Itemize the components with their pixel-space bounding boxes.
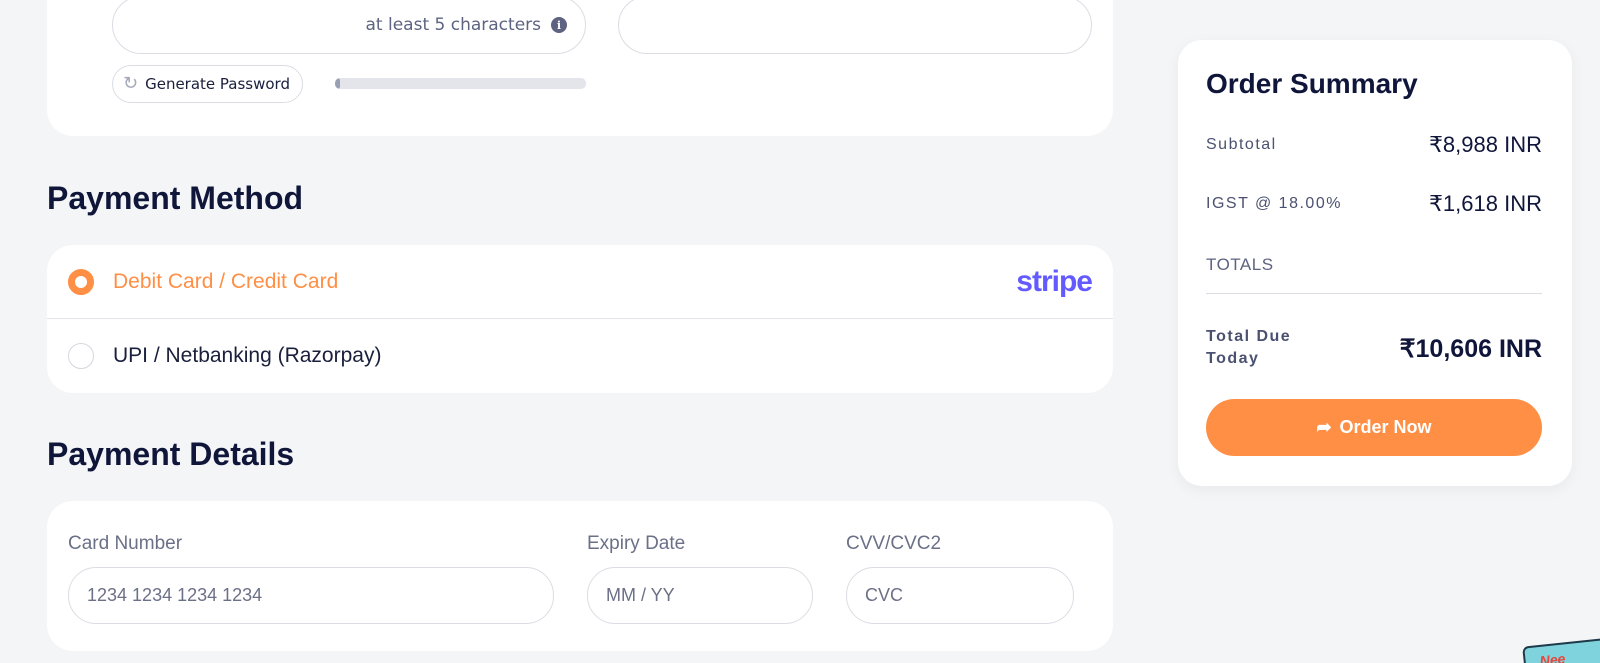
order-summary-panel: Order Summary Subtotal ₹8,988 INR IGST @… (1178, 40, 1572, 486)
password-strength-fill (335, 78, 341, 89)
cvc-label: CVV/CVC2 (846, 533, 942, 554)
expiry-date-input[interactable] (587, 567, 813, 624)
radio-selected[interactable] (68, 268, 94, 295)
payment-option-upi[interactable]: UPI / Netbanking (Razorpay) (47, 319, 1113, 393)
payment-method-card: Debit Card / Credit Card stripe UPI / Ne… (47, 245, 1113, 393)
refresh-icon: ↻ (123, 73, 139, 94)
order-summary-title: Order Summary (1206, 68, 1418, 99)
generate-password-button[interactable]: ↻ Generate Password (112, 65, 303, 103)
help-widget-text: Nee (1538, 650, 1567, 663)
tax-value: ₹1,618 INR (1428, 191, 1542, 216)
stripe-logo: stripe (1016, 264, 1093, 298)
order-now-label: Order Now (1339, 417, 1432, 437)
payment-option-card[interactable]: Debit Card / Credit Card stripe (47, 245, 1113, 319)
subtotal-value: ₹8,988 INR (1428, 132, 1542, 157)
payment-method-title: Payment Method (47, 180, 304, 216)
tax-label: IGST @ 18.00% (1206, 195, 1342, 212)
totals-label: TOTALS (1206, 255, 1274, 274)
expiry-date-label: Expiry Date (587, 533, 686, 554)
total-due-label: Total Due Today (1206, 328, 1292, 367)
card-number-label: Card Number (68, 533, 183, 554)
password-strength-bar (335, 78, 586, 89)
confirm-password-input[interactable] (618, 0, 1092, 54)
payment-details-card: Card Number Expiry Date CVV/CVC2 (47, 501, 1113, 651)
password-hint: at least 5 characters (365, 15, 542, 35)
share-arrow-icon: ➦ (1316, 417, 1332, 437)
payment-option-label: UPI / Netbanking (Razorpay) (113, 344, 382, 367)
card-number-input[interactable] (68, 567, 554, 624)
cvc-input[interactable] (846, 567, 1074, 624)
total-due-value: ₹10,606 INR (1399, 335, 1542, 363)
help-widget-badge[interactable]: Nee (1522, 637, 1600, 663)
payment-option-label: Debit Card / Credit Card (113, 269, 339, 293)
summary-divider (1206, 293, 1542, 294)
info-icon[interactable]: i (551, 17, 567, 33)
generate-password-label: Generate Password (145, 75, 290, 93)
order-now-button[interactable]: ➦ Order Now (1206, 399, 1542, 456)
radio-unselected[interactable] (68, 343, 94, 369)
subtotal-label: Subtotal (1206, 136, 1277, 153)
payment-details-title: Payment Details (47, 436, 295, 472)
password-input[interactable]: at least 5 characters i (112, 0, 586, 54)
